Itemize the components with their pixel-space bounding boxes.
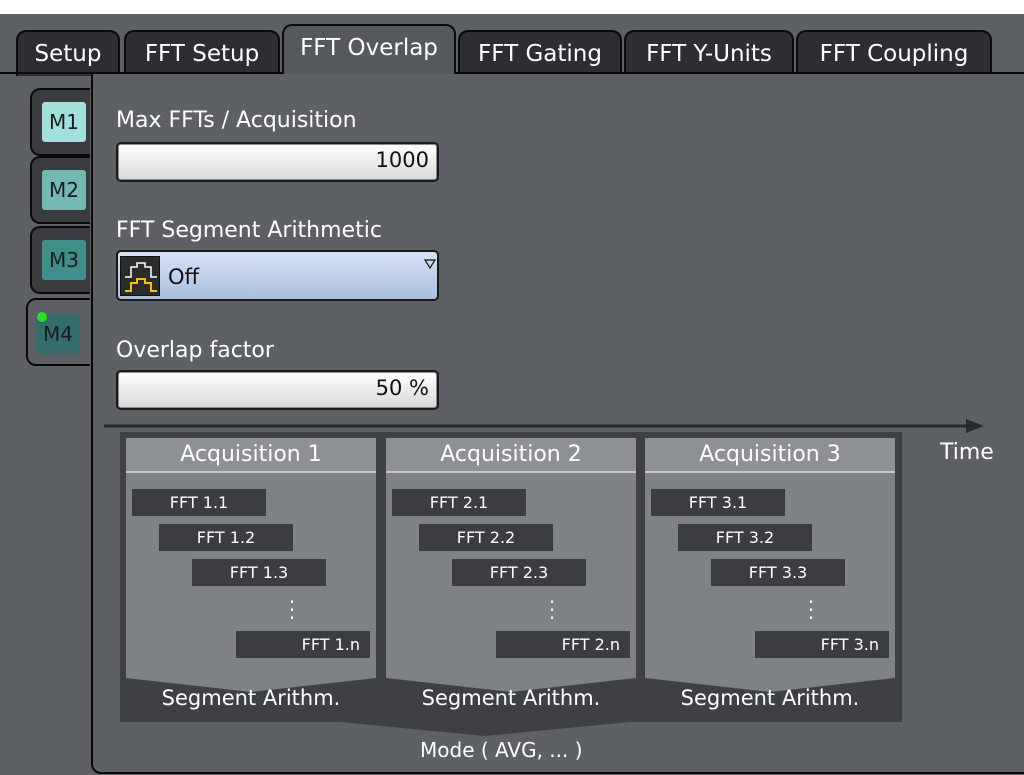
fft-segment: FFT 2.1: [392, 489, 526, 516]
fft-segment: FFT 3.2: [678, 524, 812, 551]
tab-setup[interactable]: Setup: [16, 30, 120, 76]
tab-fft-overlap[interactable]: FFT Overlap: [282, 24, 456, 74]
segment-arithm-label: Segment Arithm.: [161, 686, 341, 710]
segment-arithm-label: Segment Arithm.: [680, 686, 860, 710]
fft-segment: FFT 3.1: [651, 489, 785, 516]
mode-funnel-arrow: [340, 722, 630, 736]
tab-fft-y-units[interactable]: FFT Y-Units: [624, 30, 794, 76]
math-tab-m3[interactable]: M3: [30, 226, 90, 294]
fft-segment: FFT 2.3: [452, 559, 586, 586]
tab-setup-label: Setup: [34, 41, 102, 67]
segment-arithmetic-icon: [120, 256, 160, 296]
fft-segment: FFT 1.2: [159, 524, 293, 551]
ellipsis-icon: · · ·: [288, 590, 296, 630]
math-tab-m3-label: M3: [42, 240, 86, 280]
math-tab-m1[interactable]: M1: [30, 88, 90, 156]
tab-fft-y-units-label: FFT Y-Units: [646, 41, 772, 67]
ellipsis-icon: · · ·: [807, 590, 815, 630]
overlap-factor-value: 50 %: [375, 376, 429, 400]
max-ffts-input[interactable]: 1000: [116, 142, 439, 182]
tab-fft-overlap-label: FFT Overlap: [300, 35, 438, 61]
overlap-factor-input[interactable]: 50 %: [116, 370, 439, 410]
segment-arithm-label: Segment Arithm.: [421, 686, 601, 710]
overlap-factor-label: Overlap factor: [116, 338, 274, 363]
acquisition-block: Acquisition 2 FFT 2.1 FFT 2.2 FFT 2.3 · ·…: [386, 438, 636, 678]
segment-arithmetic-select[interactable]: Off: [116, 250, 439, 301]
tab-bar-divider: [0, 72, 1024, 74]
tab-fft-setup-label: FFT Setup: [144, 41, 260, 67]
mode-label: Mode ( AVG, ... ): [420, 738, 583, 762]
fft-segment: FFT 2.2: [419, 524, 553, 551]
fft-segment: FFT 2.n: [496, 631, 630, 658]
acquisition-title: Acquisition 1: [126, 438, 376, 473]
math-tab-m2[interactable]: M2: [30, 156, 90, 224]
acquisition-block: Acquisition 3 FFT 3.1 FFT 3.2 FFT 3.3 · ·…: [645, 438, 895, 678]
tab-fft-coupling-label: FFT Coupling: [819, 41, 969, 67]
fft-segment: FFT 1.3: [192, 559, 326, 586]
math-tab-m2-label: M2: [42, 170, 86, 210]
math-tab-m1-label: M1: [42, 102, 86, 142]
tab-fft-coupling[interactable]: FFT Coupling: [796, 30, 992, 76]
active-indicator-icon: [37, 312, 47, 322]
tab-fft-gating-label: FFT Gating: [478, 41, 602, 67]
acquisition-title: Acquisition 2: [386, 438, 636, 473]
tab-fft-gating[interactable]: FFT Gating: [458, 30, 622, 76]
time-axis-label: Time: [940, 440, 994, 465]
fft-segment: FFT 3.3: [711, 559, 845, 586]
fft-segment: FFT 1.n: [236, 631, 370, 658]
math-tab-m4[interactable]: M4: [26, 298, 90, 366]
fft-segment: FFT 3.n: [755, 631, 889, 658]
segment-arithmetic-label: FFT Segment Arithmetic: [116, 218, 382, 243]
fft-segment: FFT 1.1: [132, 489, 266, 516]
ellipsis-icon: · · ·: [548, 590, 556, 630]
dropdown-triangle-icon: [423, 254, 437, 273]
acquisition-title: Acquisition 3: [645, 438, 895, 473]
acquisition-block: Acquisition 1 FFT 1.1 FFT 1.2 FFT 1.3 · ·…: [126, 438, 376, 678]
tab-fft-setup[interactable]: FFT Setup: [124, 30, 280, 76]
segment-arithmetic-value: Off: [168, 265, 199, 289]
overlap-diagram: Acquisition 1 FFT 1.1 FFT 1.2 FFT 1.3 · ·…: [120, 432, 902, 722]
max-ffts-value: 1000: [375, 148, 429, 172]
max-ffts-label: Max FFTs / Acquisition: [116, 108, 357, 133]
